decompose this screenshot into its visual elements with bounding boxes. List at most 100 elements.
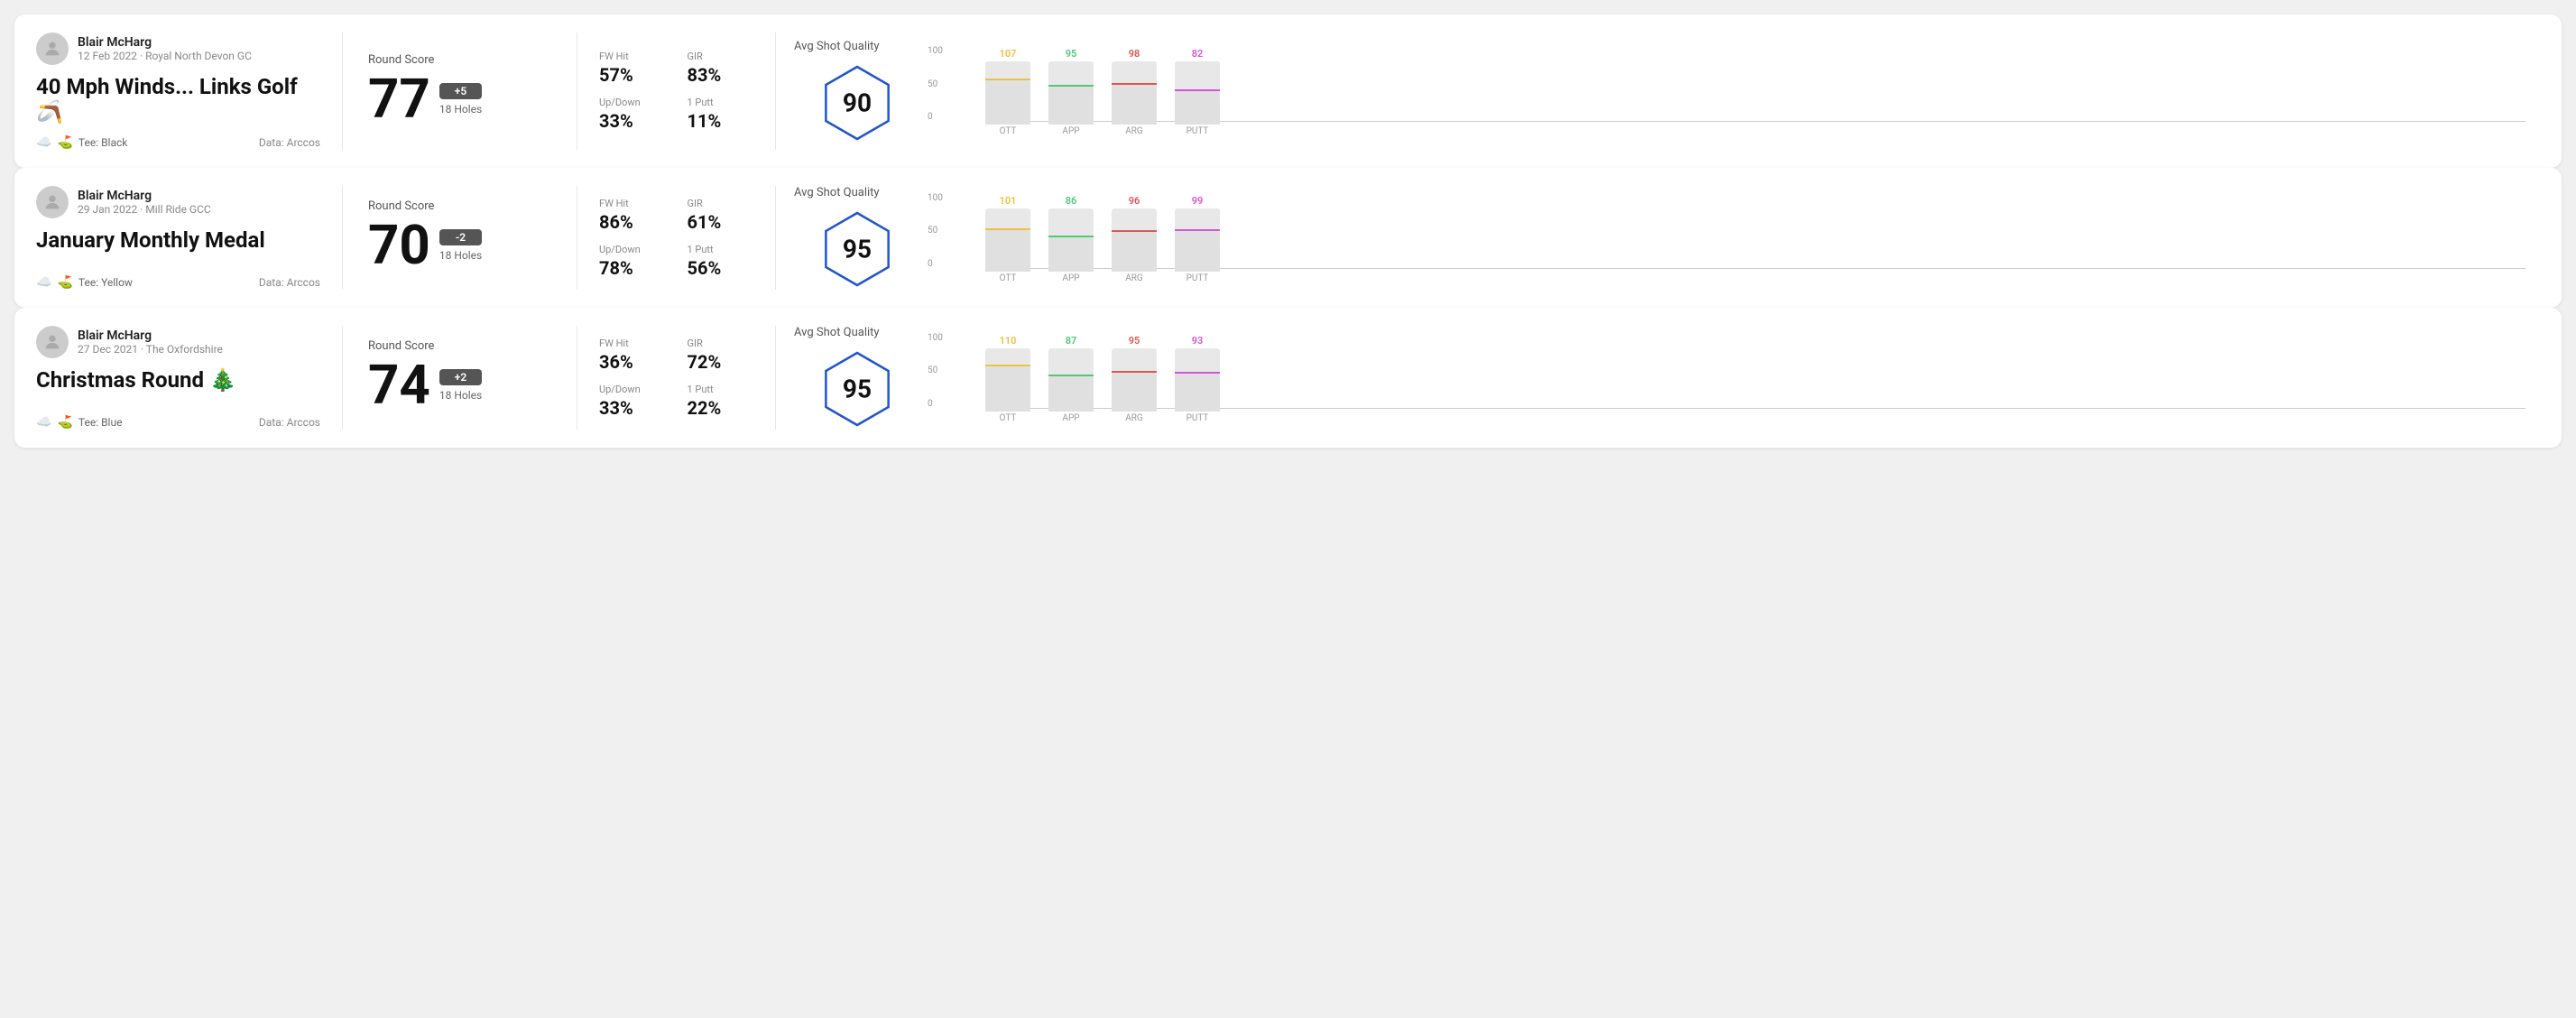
round-card-3: Blair McHarg 27 Dec 2021 · The Oxfordshi… [14, 308, 2562, 448]
hexagon-container: 90 [817, 62, 898, 143]
oneputt-label: 1 Putt [688, 97, 754, 108]
hexagon-container: 95 [817, 208, 898, 290]
y-label-0: 0 [928, 399, 943, 409]
user-date-venue: 12 Feb 2022 · Royal North Devon GC [78, 50, 252, 62]
bar-label: APP [1062, 126, 1079, 136]
weather-icon: ☁️ [36, 275, 51, 290]
bar-label: PUTT [1186, 413, 1209, 423]
hexagon-container: 95 [817, 348, 898, 430]
updown-label: Up/Down [599, 244, 666, 255]
bar-value: 95 [1129, 335, 1140, 347]
avatar [36, 186, 69, 218]
chart-col-putt: 82 PUTT [1175, 48, 1220, 136]
fw-hit-label: FW Hit [599, 338, 666, 349]
gir-value: 83% [688, 64, 754, 86]
round-card-2: Blair McHarg 29 Jan 2022 · Mill Ride GCC… [14, 168, 2562, 308]
bar-label: APP [1062, 273, 1079, 283]
score-row: 74 +2 18 Holes [368, 358, 551, 412]
score-badge: +2 [439, 369, 482, 385]
bar-value: 101 [1000, 195, 1017, 207]
bar-label: PUTT [1186, 273, 1209, 283]
chart-col-arg: 95 ARG [1112, 335, 1157, 423]
score-badge: -2 [439, 229, 482, 245]
y-label-0: 0 [928, 259, 943, 269]
tee-info: ☁️ ⛳ Tee: Black [36, 135, 127, 150]
fw-hit-value: 86% [599, 211, 666, 233]
round-title: January Monthly Medal [36, 227, 320, 253]
updown-label: Up/Down [599, 384, 666, 395]
score-holes: 18 Holes [439, 103, 482, 116]
data-source: Data: Arccos [259, 136, 320, 149]
tee-label: Tee: Black [78, 136, 127, 149]
round-score-label: Round Score [368, 53, 551, 67]
y-label-50: 50 [928, 79, 943, 89]
chart-col-ott: 101 OTT [985, 195, 1030, 283]
oneputt-stat: 1 Putt 22% [688, 384, 754, 419]
score-holes: 18 Holes [439, 249, 482, 262]
updown-stat: Up/Down 33% [599, 384, 666, 419]
data-source: Data: Arccos [259, 416, 320, 429]
chart-col-app: 95 APP [1048, 48, 1094, 136]
gir-label: GIR [688, 338, 754, 349]
oneputt-value: 56% [688, 257, 754, 279]
stats-section: FW Hit 36% GIR 72% Up/Down 33% 1 Putt 22… [577, 326, 776, 430]
quality-score: 95 [843, 375, 872, 404]
quality-score: 90 [843, 88, 872, 117]
left-section: Blair McHarg 29 Jan 2022 · Mill Ride GCC… [36, 186, 343, 290]
round-title: 40 Mph Winds... Links Golf 🪃 [36, 74, 320, 125]
chart-col-putt: 93 PUTT [1175, 335, 1220, 423]
chart-col-putt: 99 PUTT [1175, 195, 1220, 283]
fw-hit-label: FW Hit [599, 198, 666, 209]
chart-section: 100 50 0 101 OTT 86 APP [938, 186, 2540, 290]
tee-label: Tee: Yellow [78, 276, 133, 289]
score-number: 77 [368, 72, 430, 126]
bar-label: PUTT [1186, 126, 1209, 136]
stats-section: FW Hit 86% GIR 61% Up/Down 78% 1 Putt 56… [577, 186, 776, 290]
bar-value: 86 [1066, 195, 1077, 207]
bar-label: OTT [1000, 273, 1017, 283]
y-label-50: 50 [928, 226, 943, 236]
chart-col-arg: 98 ARG [1112, 48, 1157, 136]
bar-value: 82 [1192, 48, 1204, 60]
updown-value: 33% [599, 110, 666, 132]
score-section: Round Score 70 -2 18 Holes [343, 186, 577, 290]
gir-stat: GIR 83% [688, 51, 754, 86]
updown-value: 78% [599, 257, 666, 279]
quality-label: Avg Shot Quality [794, 40, 880, 53]
chart-col-app: 87 APP [1048, 335, 1094, 423]
fw-hit-stat: FW Hit 36% [599, 338, 666, 373]
bar-value: 87 [1066, 335, 1077, 347]
data-source: Data: Arccos [259, 276, 320, 289]
user-date-venue: 29 Jan 2022 · Mill Ride GCC [78, 203, 211, 216]
y-label-0: 0 [928, 112, 943, 122]
quality-section: Avg Shot Quality 95 [776, 326, 938, 430]
tee-label: Tee: Blue [78, 416, 123, 429]
chart-col-arg: 96 ARG [1112, 195, 1157, 283]
fw-hit-value: 57% [599, 64, 666, 86]
fw-hit-label: FW Hit [599, 51, 666, 62]
score-number: 70 [368, 218, 430, 273]
user-info: Blair McHarg 12 Feb 2022 · Royal North D… [36, 32, 320, 65]
weather-icon: ☁️ [36, 415, 51, 430]
gir-label: GIR [688, 198, 754, 209]
bottom-info: ☁️ ⛳ Tee: Blue Data: Arccos [36, 415, 320, 430]
bar-value: 107 [1000, 48, 1017, 60]
gir-value: 61% [688, 211, 754, 233]
chart-section: 100 50 0 107 OTT 95 APP [938, 32, 2540, 150]
updown-label: Up/Down [599, 97, 666, 108]
fw-hit-stat: FW Hit 57% [599, 51, 666, 86]
left-section: Blair McHarg 12 Feb 2022 · Royal North D… [36, 32, 343, 150]
oneputt-value: 11% [688, 110, 754, 132]
tee-info: ☁️ ⛳ Tee: Yellow [36, 275, 133, 290]
quality-section: Avg Shot Quality 90 [776, 32, 938, 150]
y-label-100: 100 [928, 333, 943, 343]
oneputt-label: 1 Putt [688, 244, 754, 255]
bar-label: OTT [1000, 126, 1017, 136]
bar-value: 96 [1129, 195, 1140, 207]
gir-stat: GIR 72% [688, 338, 754, 373]
bar-label: APP [1062, 413, 1079, 423]
user-date-venue: 27 Dec 2021 · The Oxfordshire [78, 343, 223, 356]
updown-value: 33% [599, 397, 666, 419]
round-score-label: Round Score [368, 339, 551, 353]
fw-hit-stat: FW Hit 86% [599, 198, 666, 233]
